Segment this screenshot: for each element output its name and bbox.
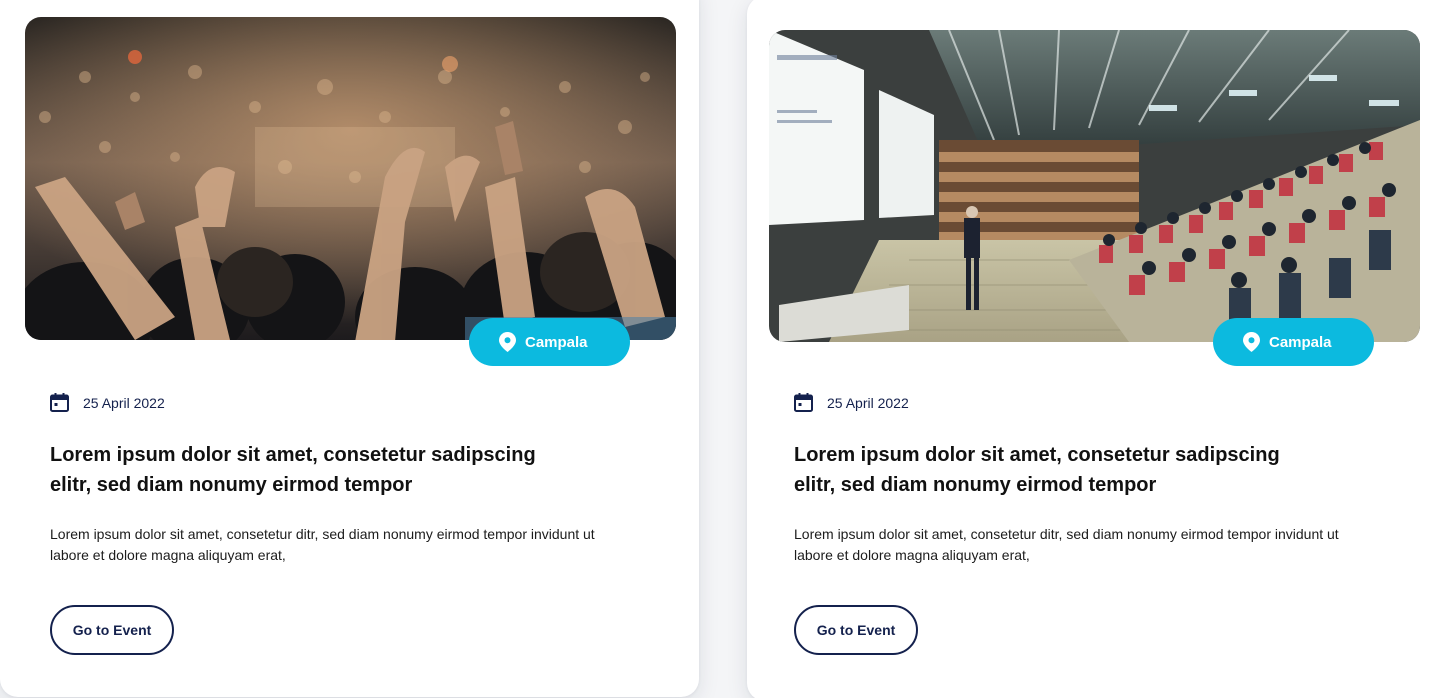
event-title: Lorem ipsum dolor sit amet, consetetur s… (50, 444, 536, 496)
event-date: 25 April 2022 (50, 393, 639, 412)
event-date-text: 25 April 2022 (83, 394, 165, 411)
card-content: 25 April 2022 Lorem ipsum dolor sit amet… (50, 393, 639, 566)
location-label: Campala (525, 333, 588, 351)
calendar-icon (50, 393, 69, 412)
event-image-lecture[interactable] (769, 30, 1420, 342)
lecture-hall-image (769, 30, 1420, 342)
event-card: Campala 25 April 2022 Lorem ipsum dolor … (0, 0, 699, 697)
event-cards-row: Campala 25 April 2022 Lorem ipsum dolor … (0, 0, 1440, 698)
location-badge[interactable]: Campala (1213, 318, 1374, 366)
map-pin-icon (499, 332, 516, 352)
event-description: Lorem ipsum dolor sit amet, consetetur d… (50, 526, 595, 563)
card-content: 25 April 2022 Lorem ipsum dolor sit amet… (794, 393, 1407, 566)
location-label: Campala (1269, 333, 1332, 351)
event-date-text: 25 April 2022 (827, 394, 909, 411)
location-badge[interactable]: Campala (469, 318, 630, 366)
concert-crowd-image (25, 17, 676, 340)
event-image-concert[interactable] (25, 17, 676, 340)
event-title: Lorem ipsum dolor sit amet, consetetur s… (794, 444, 1280, 496)
go-to-event-button[interactable]: Go to Event (50, 605, 174, 655)
event-date: 25 April 2022 (794, 393, 1407, 412)
go-to-event-button[interactable]: Go to Event (794, 605, 918, 655)
map-pin-icon (1243, 332, 1260, 352)
event-description: Lorem ipsum dolor sit amet, consetetur d… (794, 526, 1339, 563)
calendar-icon (794, 393, 813, 412)
event-card: Campala 25 April 2022 Lorem ipsum dolor … (747, 0, 1440, 698)
